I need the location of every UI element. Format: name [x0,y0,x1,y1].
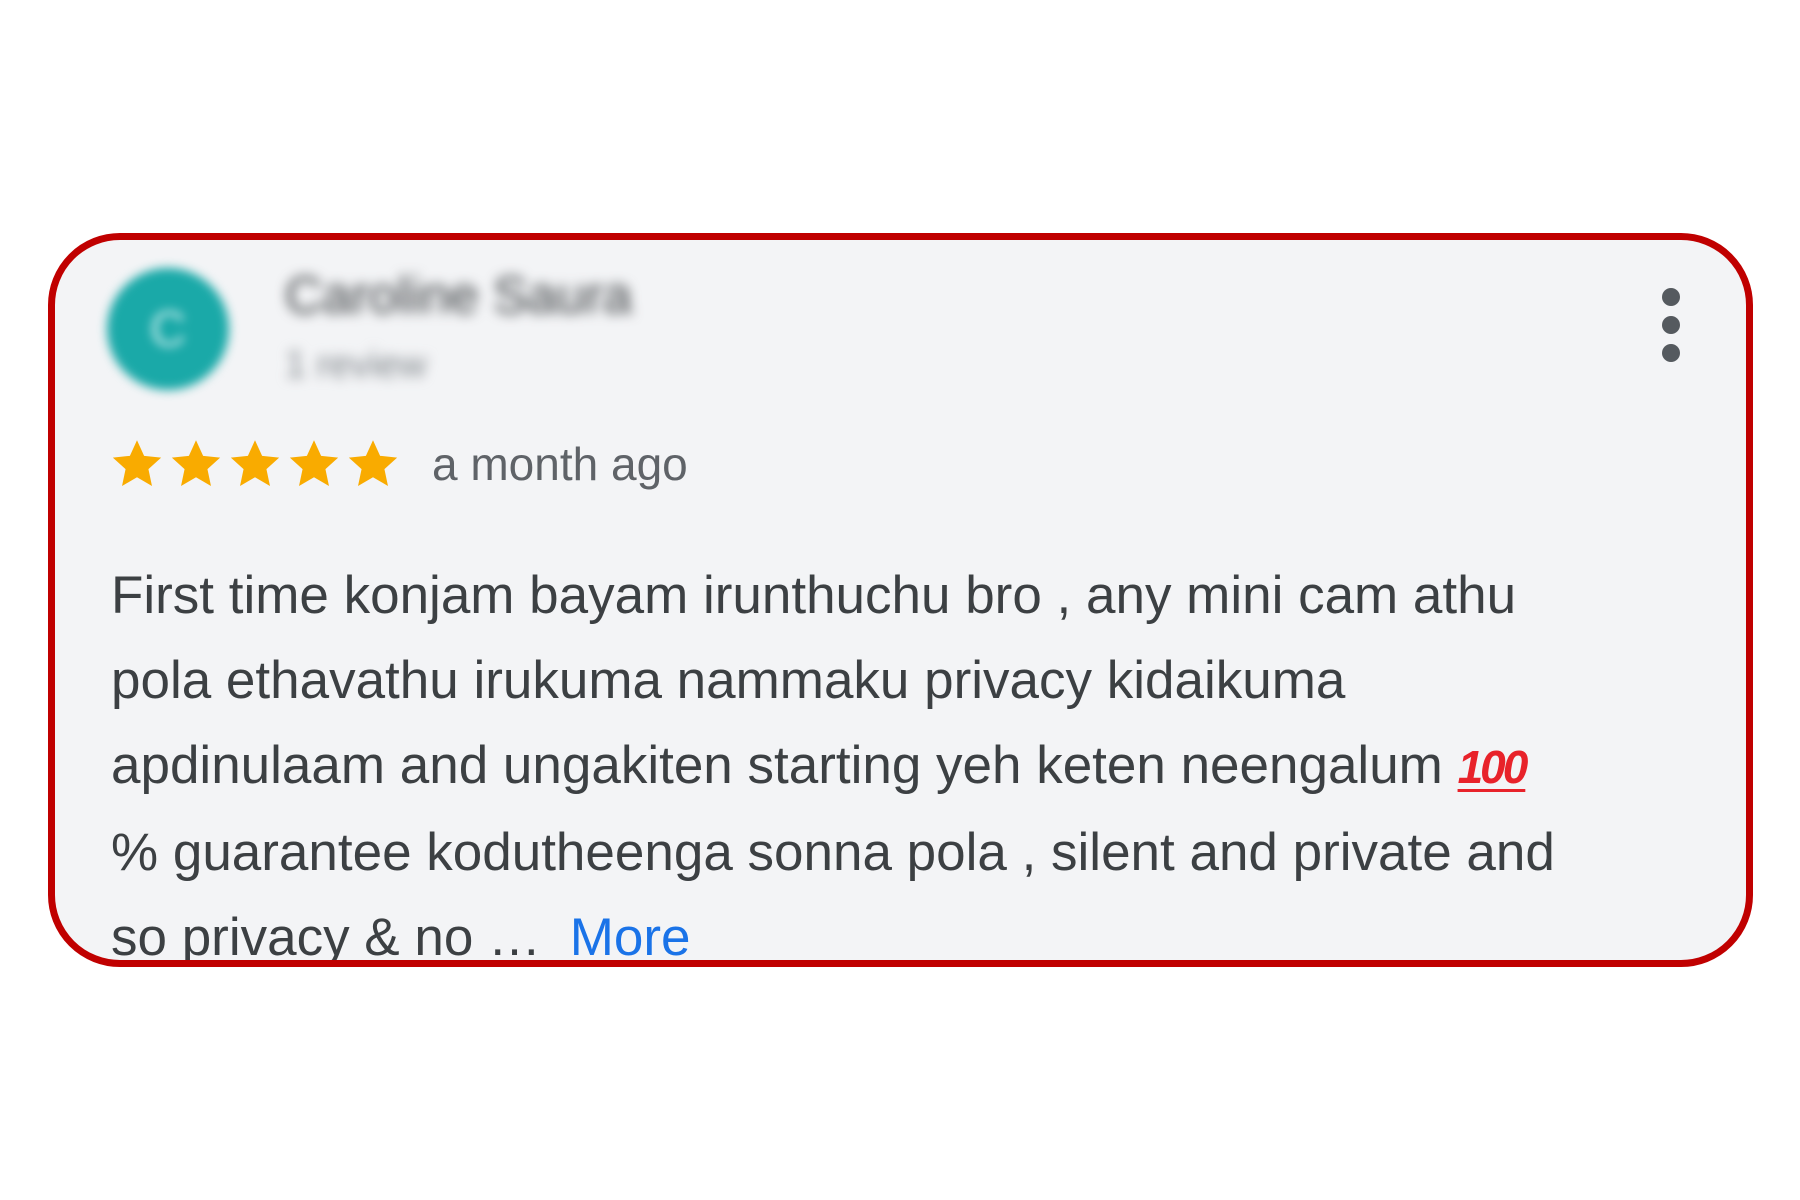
star-icon [289,440,339,486]
star-icon [112,440,162,486]
more-vert-dot [1662,288,1680,306]
more-vert-dot [1662,344,1680,362]
review-text-line: apdinulaam and ungakiten starting yeh ke… [111,723,1721,810]
star-rating [109,436,404,492]
reviewer-review-count: 1 review [285,344,427,386]
review-text-line: First time konjam bayam irunthuchu bro ,… [111,566,1517,625]
more-vert-icon[interactable] [1658,288,1684,362]
avatar[interactable]: C [107,268,229,390]
more-vert-dot [1662,316,1680,334]
review-text-line: pola ethavathu irukuma nammaku privacy k… [111,651,1346,710]
star-icon [230,440,280,486]
star-icon [348,440,398,486]
rating-row: a month ago [109,436,688,492]
review-timestamp: a month ago [432,438,688,490]
review-text-line-content: apdinulaam and ungakiten starting yeh ke… [111,736,1458,795]
more-link[interactable]: More [570,908,691,960]
review-card: C Caroline Saura 1 review a month ago Fi… [48,233,1753,967]
reviewer-name[interactable]: Caroline Saura [285,266,632,326]
star-icon [171,440,221,486]
review-text: First time konjam bayam irunthuchu bro ,… [111,553,1721,967]
avatar-initial: C [149,301,187,357]
review-text-line: % guarantee kodutheenga sonna pola , sil… [111,823,1555,882]
review-text-line: so privacy & no … More [111,895,1721,967]
hundred-points-icon: 100 [1457,741,1529,793]
review-text-line-content: so privacy & no … [111,908,556,967]
